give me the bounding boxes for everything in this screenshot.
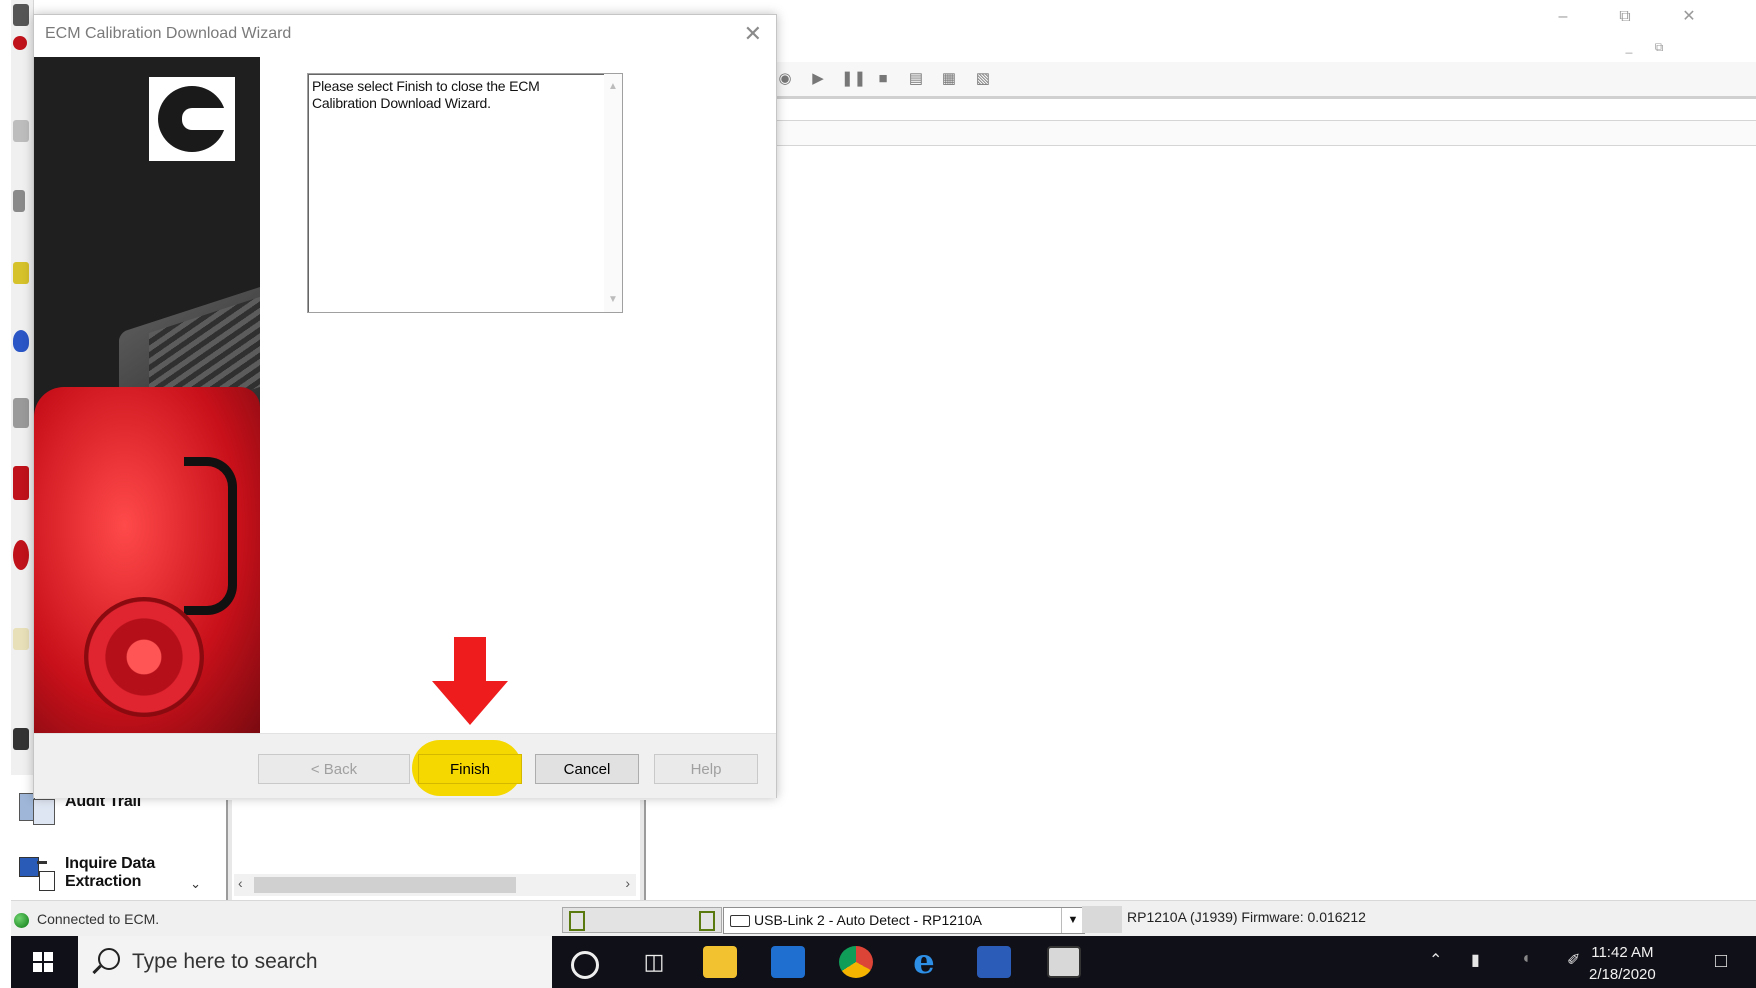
internet-explorer-icon[interactable]: e: [907, 945, 941, 979]
alert-icon[interactable]: [13, 540, 29, 570]
clipboard-icon[interactable]: [13, 398, 29, 428]
firmware-status-text: RP1210A (J1939) Firmware: 0.016212: [1127, 909, 1366, 925]
scroll-right-icon[interactable]: ›: [625, 875, 630, 891]
restore-icon[interactable]: ⧉: [1610, 6, 1640, 28]
wizard-message: Please select Finish to close the ECM Ca…: [312, 78, 540, 111]
fuel-pump-icon[interactable]: [13, 466, 29, 500]
network-icon: [569, 911, 585, 931]
close-icon[interactable]: ✕: [744, 21, 762, 47]
chevron-down-icon[interactable]: ⌄: [190, 876, 201, 892]
nav-item-label-line1: Inquire Data: [65, 855, 156, 872]
start-button[interactable]: [11, 936, 77, 988]
wrench-icon[interactable]: [13, 190, 25, 212]
clock-date: 2/18/2020: [1589, 966, 1656, 983]
taskbar-clock[interactable]: 11:42 AM 2/18/2020: [1589, 942, 1656, 986]
wifi-icon[interactable]: ◖: [1521, 950, 1531, 968]
flask-icon[interactable]: [13, 330, 29, 352]
message-textbox[interactable]: Please select Finish to close the ECM Ca…: [307, 73, 623, 313]
dialog-button-bar: < Back Finish Cancel Help: [34, 733, 776, 798]
horizontal-scrollbar[interactable]: ‹ ›: [234, 874, 636, 896]
adapter-select[interactable]: USB-Link 2 - Auto Detect - RP1210A ▼: [723, 907, 1085, 934]
windows-icon: [33, 952, 42, 961]
app-logo-icon: [13, 4, 29, 26]
scroll-up-icon[interactable]: ▲: [608, 78, 618, 95]
connection-status-icon: [14, 913, 29, 928]
pane-splitter[interactable]: [226, 800, 232, 900]
search-placeholder: Type here to search: [132, 950, 318, 973]
connection-status-text: Connected to ECM.: [37, 911, 160, 927]
outlook-icon[interactable]: [771, 946, 805, 978]
app-tool-strip: [11, 0, 34, 800]
document-icon[interactable]: [13, 120, 29, 142]
cummins-logo: [149, 77, 235, 161]
task-view-icon[interactable]: ◫: [637, 946, 671, 978]
record-icon[interactable]: ◉: [776, 70, 794, 88]
pen-icon[interactable]: ✐: [1567, 950, 1580, 970]
network-icon: [699, 911, 715, 931]
scrollbar-thumb[interactable]: [254, 877, 516, 893]
clock-time: 11:42 AM: [1591, 944, 1654, 961]
pause-icon[interactable]: ❚❚: [841, 70, 866, 88]
export-icon[interactable]: ▤: [907, 70, 925, 88]
cancel-button[interactable]: Cancel: [535, 754, 639, 784]
pane-splitter[interactable]: [640, 800, 646, 900]
meter-icon[interactable]: [13, 262, 29, 284]
cortana-icon[interactable]: [571, 951, 599, 979]
notes-icon[interactable]: [13, 628, 29, 650]
tool-icon[interactable]: [13, 728, 29, 750]
vertical-scrollbar[interactable]: ▲ ▼: [604, 74, 622, 312]
word-icon[interactable]: [977, 946, 1011, 978]
taskbar-search-box[interactable]: Type here to search: [78, 936, 552, 988]
play-icon[interactable]: ▶: [809, 70, 827, 88]
battery-icon[interactable]: ▮: [1471, 950, 1480, 970]
dialog-title: ECM Calibration Download Wizard: [45, 25, 292, 42]
chrome-icon[interactable]: [839, 946, 873, 978]
stop-square-icon[interactable]: ■: [874, 70, 892, 88]
app-header-row: [776, 120, 1756, 146]
file-explorer-icon[interactable]: [703, 946, 737, 978]
nav-item-inquire-data-extraction[interactable]: Inquire Data Extraction: [15, 853, 155, 891]
stop-icon[interactable]: [13, 36, 27, 50]
adapter-icon: [730, 915, 750, 927]
minimize-icon[interactable]: –: [1548, 6, 1578, 28]
search-icon: [98, 948, 120, 970]
wizard-banner-image: [34, 57, 260, 733]
red-arrow-annotation: [432, 637, 508, 727]
taskbar: Type here to search ◫ e ⌃ ▮ ◖ ✐ 11:42 AM…: [11, 936, 1756, 988]
notifications-icon[interactable]: □: [1715, 950, 1727, 973]
help-button[interactable]: Help: [654, 754, 758, 784]
chevron-down-icon[interactable]: ▼: [1061, 908, 1084, 933]
status-bar: Connected to ECM. USB-Link 2 - Auto Dete…: [11, 900, 1756, 937]
scroll-left-icon[interactable]: ‹: [238, 875, 243, 891]
save-icon[interactable]: ▦: [940, 70, 958, 88]
close-icon[interactable]: ✕: [1674, 6, 1704, 28]
scroll-down-icon[interactable]: ▼: [608, 291, 618, 308]
data-extraction-icon: [15, 853, 59, 891]
mdi-minimize-icon[interactable]: _: [1614, 36, 1644, 58]
status-panel: [1082, 906, 1122, 933]
adapter-select-value: USB-Link 2 - Auto Detect - RP1210A: [754, 912, 982, 928]
app-window-controls: – ⧉ ✕ _ ⧉: [1536, 0, 1756, 54]
insite-app-icon[interactable]: [1047, 946, 1081, 978]
tray-chevron-icon[interactable]: ⌃: [1429, 950, 1442, 970]
back-button[interactable]: < Back: [258, 754, 410, 784]
app-toolbar: ◉ ▶ ❚❚ ■ ▤ ▦ ▧: [776, 62, 1756, 99]
print-icon[interactable]: ▧: [974, 70, 992, 88]
ecm-calibration-wizard-dialog: ECM Calibration Download Wizard ✕ Please…: [33, 14, 777, 798]
nav-item-label-line2: Extraction: [65, 873, 142, 890]
activity-indicator: [562, 907, 722, 933]
mdi-restore-icon[interactable]: ⧉: [1644, 36, 1674, 58]
finish-button[interactable]: Finish: [418, 754, 522, 784]
